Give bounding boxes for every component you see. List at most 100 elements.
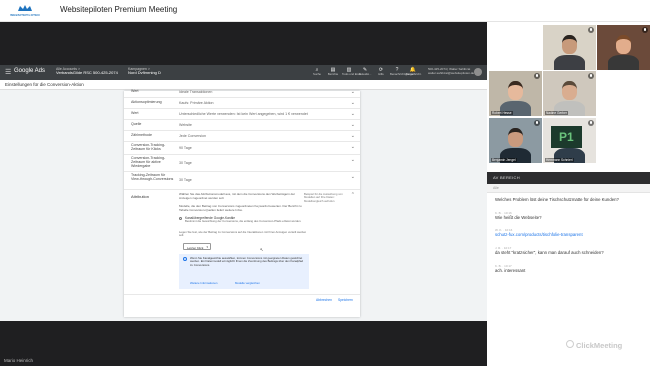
participant-head [508, 128, 523, 147]
microphone-icon[interactable] [588, 27, 594, 33]
settings-row[interactable]: Zählmethode Jede Conversion ⌄ [124, 131, 360, 142]
chat-message: J. R. · 10:17 da steht "kratzsicher", ka… [495, 246, 645, 256]
row-label: Quelle [131, 122, 142, 126]
message-text: Welches Problem löst deine Tischschutzma… [495, 197, 619, 202]
chat-filter-label: Alle [493, 186, 499, 190]
compare-models-link[interactable]: Modelle vergleichen [235, 281, 260, 285]
row-value: 90 Tage [179, 146, 192, 150]
microphone-icon[interactable] [588, 120, 594, 126]
conversion-settings-card: Wert Ideale Transaktionen ⌄ Aktionsoptimie… [124, 89, 360, 317]
settings-row[interactable]: Quelle Website ⌄ [124, 120, 360, 131]
participant-head [616, 35, 631, 54]
tool-label: Benachricht. [406, 72, 422, 76]
save-button[interactable]: Speichern [338, 298, 353, 302]
chevron-down-icon[interactable]: ⌄ [351, 157, 355, 163]
tool-label: Suche [313, 72, 321, 76]
chat-filter[interactable]: Alle [487, 184, 650, 193]
tool-reports[interactable]: ▤ Berichte [326, 67, 340, 78]
participant-tile[interactable] [543, 25, 596, 70]
chevron-down-icon[interactable]: ⌄ [351, 144, 355, 150]
google-ads-brand[interactable]: Google Ads [14, 68, 45, 74]
settings-row[interactable]: Wert Ideale Transaktionen ⌄ [124, 87, 360, 98]
row-value: 30 Tage [179, 178, 192, 182]
participant-tile[interactable]: Benjamin Jengel [489, 118, 542, 163]
attribution-label: Attribution [131, 194, 150, 199]
page-title: Einstellungen für die Conversion-Aktion [5, 82, 84, 87]
settings-row[interactable]: Aktionsoptimierung Kaufs: Primäre Aktion ⌄ [124, 98, 360, 109]
chevron-up-icon[interactable]: ⌃ [351, 192, 355, 198]
row-value: Ideale Transaktionen [179, 90, 213, 94]
chat-header: AV BEREICH [487, 172, 650, 184]
participant-name: Benjamin Jengel [491, 158, 517, 162]
google-channels-radio[interactable] [179, 217, 182, 220]
tool-columns[interactable]: ▥ Tools und Einst. [342, 67, 362, 78]
p1-logo: P1 [551, 126, 582, 148]
microphone-icon[interactable] [534, 73, 540, 79]
google-ads-toolbar: ☰ Google Ads Alle Accounts > VerbandsGil… [0, 65, 487, 80]
tool-refresh[interactable]: ⟳ Hilfe [374, 67, 388, 78]
websitepiloten-logo: WEBSITEPILOTEN [8, 4, 42, 18]
cancel-button[interactable]: Abbrechen [316, 298, 332, 302]
row-label: Tracking-Zeitraum für View-through-Conve… [131, 173, 174, 181]
settings-row[interactable]: Tracking-Zeitraum für View-through-Conve… [124, 172, 360, 190]
tool-help[interactable]: ? Benachrichtigungen [390, 67, 415, 78]
account-info[interactable]: 500-425-2074 | Walter Sahibzat walter.sa… [428, 67, 475, 75]
chevron-down-icon[interactable]: ⌄ [351, 174, 355, 180]
account-selector[interactable]: Alle Accounts > VerbandsGilde RSC 500-42… [56, 67, 118, 75]
row-label: Conversion-Tracking-Zeitraum für Klicks [131, 143, 166, 151]
campaign-name: Nord Dvflmrning D [128, 70, 161, 75]
shared-screen: ☰ Google Ads Alle Accounts > VerbandsGil… [0, 65, 487, 321]
attribution-model-select[interactable]: Letzter Klick ▾ [183, 243, 211, 250]
settings-row[interactable]: Conversion-Tracking-Zeitraum für Klicks 9… [124, 142, 360, 155]
participant-tile[interactable] [597, 25, 650, 70]
settings-row[interactable]: Conversion-Tracking-Zeitraum für aktive … [124, 155, 360, 172]
microphone-icon[interactable] [588, 73, 594, 79]
clickmeeting-logo-icon [566, 340, 574, 348]
chevron-down-icon[interactable]: ⌄ [351, 100, 355, 106]
row-value: Website [179, 123, 192, 127]
message-text: da steht "kratzsicher", kann man darauf … [495, 250, 604, 255]
row-label: Aktionsoptimierung [131, 100, 162, 104]
avatar[interactable] [474, 68, 482, 76]
mouse-cursor-icon: ↖ [260, 247, 264, 252]
microphone-icon[interactable] [534, 120, 540, 126]
participant-head [562, 81, 577, 100]
chevron-down-icon[interactable]: ⌄ [351, 133, 355, 139]
row-label: Zählmethode [131, 133, 152, 137]
selected-model: Letzter Klick [187, 245, 204, 250]
message-link[interactable]: schutz-fux.com/products/tischfolie-trans… [495, 232, 645, 238]
campaign-selector[interactable]: Kampagnen > Nord Dvflmrning D [128, 67, 161, 75]
account-name: VerbandsGilde RSC 500-425-2074 [56, 70, 118, 75]
row-value: Unterschiedliche Werte verwenden: Ist ke… [179, 112, 308, 116]
tool-notifications[interactable]: 🔔 Benachricht. [406, 67, 422, 78]
tool-search[interactable]: ⌕ Suche [310, 67, 324, 78]
participant-body [608, 55, 639, 70]
right-panel: Robert Hesse Nadine Gerber Benjamin Jengel… [487, 22, 650, 366]
info-box: Wenn Sie Kanalgewichte auswählen, können… [179, 254, 309, 289]
row-value: Jede Conversion [179, 134, 206, 138]
radio-description: Bestimmt die Gewichtung der Conversions,… [185, 219, 302, 223]
tool-label: Hilfe [378, 72, 384, 76]
chevron-down-icon[interactable]: ⌄ [351, 111, 355, 117]
participant-tile[interactable]: Robert Hesse [489, 71, 542, 116]
tool-settings[interactable]: ✎ Aktualisi... [358, 67, 372, 78]
chat-title: AV BEREICH [493, 175, 520, 180]
participant-name: Nadine Gerber [545, 111, 568, 115]
menu-icon[interactable]: ☰ [5, 68, 11, 76]
tool-label: Aktualisi... [358, 72, 372, 76]
row-value: Kaufs: Primäre Aktion [179, 101, 214, 105]
participant-head [508, 81, 523, 100]
app-top-bar: WEBSITEPILOTEN Websitepiloten Premium Me… [0, 0, 650, 22]
tool-label: Benachrichtigungen [390, 72, 415, 76]
chat-message: Welches Problem löst deine Tischschutzma… [495, 197, 645, 203]
settings-row[interactable]: Wert Unterschiedliche Werte verwenden: Is… [124, 109, 360, 120]
participant-tile[interactable]: Nadine Gerber [543, 71, 596, 116]
tool-label: Tools und Einst. [342, 72, 362, 76]
chevron-down-icon[interactable]: ⌄ [351, 122, 355, 128]
presenter-name: Mario Heinrich [4, 358, 34, 363]
learn-more-link[interactable]: Weitere Informationen [190, 281, 217, 285]
account-email-text: walter.sahibzat@websitepiloten.de [428, 70, 475, 75]
microphone-icon[interactable] [642, 27, 648, 33]
row-label: Wert [131, 111, 139, 115]
chevron-down-icon[interactable]: ⌄ [351, 89, 355, 95]
